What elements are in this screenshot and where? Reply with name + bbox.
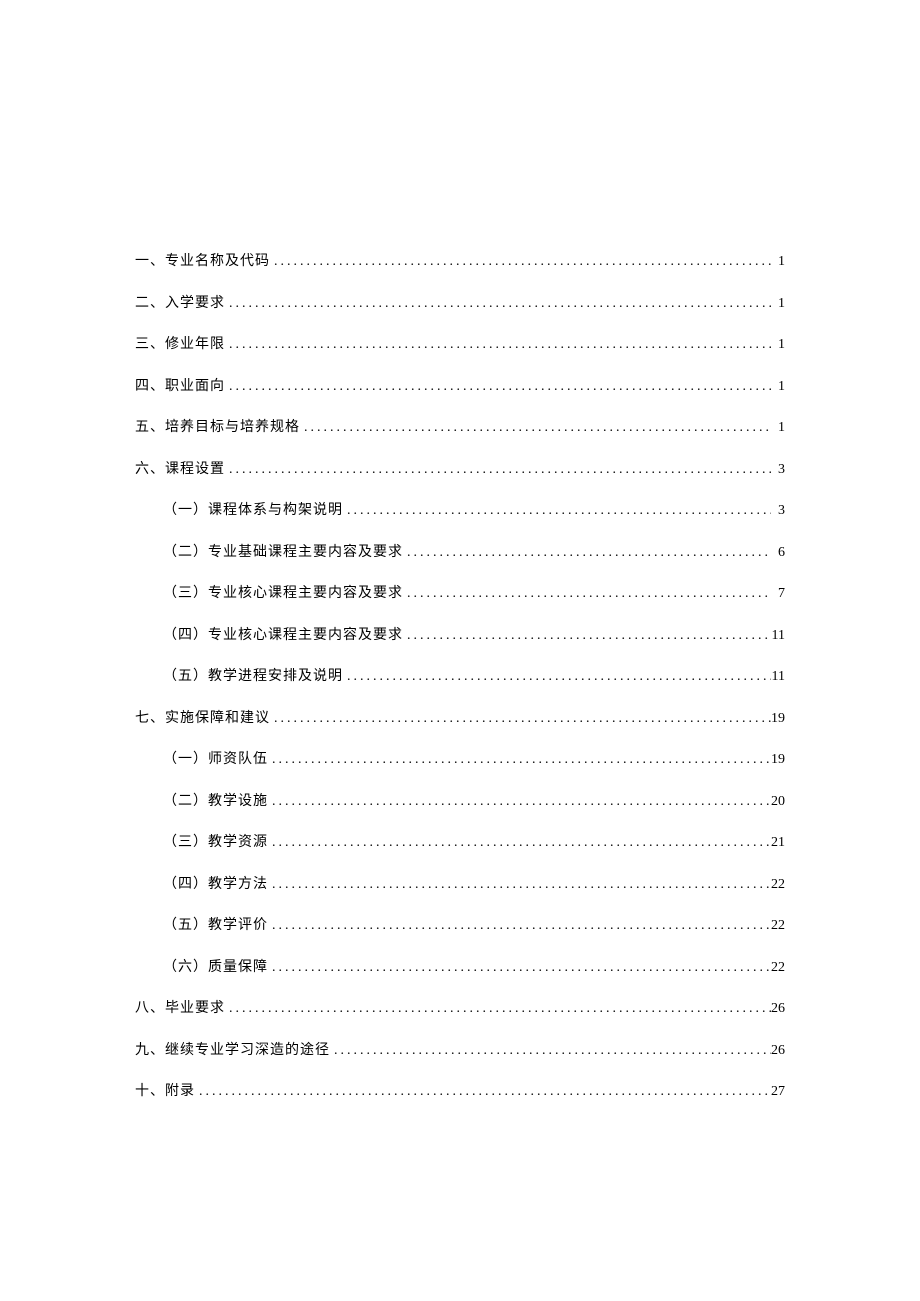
toc-leader-dots xyxy=(268,877,771,893)
toc-entry: 五、培养目标与培养规格 1 xyxy=(135,416,785,436)
toc-leader-dots xyxy=(268,918,771,934)
toc-label: （四）专业核心课程主要内容及要求 xyxy=(163,624,403,644)
toc-label: 一、专业名称及代码 xyxy=(135,250,270,270)
table-of-contents: 一、专业名称及代码 1 二、入学要求 1 三、修业年限 1 四、职业面向 1 五… xyxy=(135,250,785,1100)
toc-page-number: 1 xyxy=(771,337,785,353)
toc-leader-dots xyxy=(403,545,771,561)
toc-entry: （五）教学进程安排及说明 11 xyxy=(135,665,785,685)
toc-leader-dots xyxy=(268,960,771,976)
toc-label: 八、毕业要求 xyxy=(135,997,225,1017)
toc-label: （三）教学资源 xyxy=(163,831,268,851)
toc-entry: （二）教学设施 20 xyxy=(135,790,785,810)
toc-page-number: 1 xyxy=(771,296,785,312)
toc-leader-dots xyxy=(343,669,771,685)
toc-entry: （六）质量保障 22 xyxy=(135,956,785,976)
toc-leader-dots xyxy=(225,296,771,312)
toc-entry: 六、课程设置 3 xyxy=(135,458,785,478)
toc-leader-dots xyxy=(195,1084,771,1100)
toc-page-number: 11 xyxy=(771,628,785,644)
toc-page-number: 20 xyxy=(771,794,785,810)
toc-entry: （四）教学方法 22 xyxy=(135,873,785,893)
toc-label: （四）教学方法 xyxy=(163,873,268,893)
toc-page-number: 22 xyxy=(771,877,785,893)
toc-label: （五）教学进程安排及说明 xyxy=(163,665,343,685)
toc-page-number: 26 xyxy=(771,1043,785,1059)
toc-entry: 八、毕业要求 26 xyxy=(135,997,785,1017)
toc-label: 二、入学要求 xyxy=(135,292,225,312)
toc-leader-dots xyxy=(270,711,771,727)
toc-page-number: 6 xyxy=(771,545,785,561)
toc-entry: 一、专业名称及代码 1 xyxy=(135,250,785,270)
toc-entry: （三）教学资源 21 xyxy=(135,831,785,851)
toc-page-number: 22 xyxy=(771,960,785,976)
toc-entry: （二）专业基础课程主要内容及要求 6 xyxy=(135,541,785,561)
toc-page-number: 3 xyxy=(771,462,785,478)
toc-leader-dots xyxy=(330,1043,771,1059)
toc-entry: 七、实施保障和建议 19 xyxy=(135,707,785,727)
toc-leader-dots xyxy=(343,503,771,519)
toc-entry: （一）课程体系与构架说明 3 xyxy=(135,499,785,519)
toc-label: （一）课程体系与构架说明 xyxy=(163,499,343,519)
toc-label: 十、附录 xyxy=(135,1080,195,1100)
toc-page-number: 26 xyxy=(771,1001,785,1017)
toc-leader-dots xyxy=(225,379,771,395)
toc-entry: （一）师资队伍 19 xyxy=(135,748,785,768)
toc-entry: 四、职业面向 1 xyxy=(135,375,785,395)
toc-page-number: 1 xyxy=(771,420,785,436)
toc-entry: （四）专业核心课程主要内容及要求 11 xyxy=(135,624,785,644)
document-page: 一、专业名称及代码 1 二、入学要求 1 三、修业年限 1 四、职业面向 1 五… xyxy=(0,0,920,1100)
toc-page-number: 3 xyxy=(771,503,785,519)
toc-leader-dots xyxy=(403,586,771,602)
toc-label: （五）教学评价 xyxy=(163,914,268,934)
toc-leader-dots xyxy=(300,420,771,436)
toc-label: 七、实施保障和建议 xyxy=(135,707,270,727)
toc-leader-dots xyxy=(268,752,771,768)
toc-entry: 三、修业年限 1 xyxy=(135,333,785,353)
toc-label: 六、课程设置 xyxy=(135,458,225,478)
toc-label: 四、职业面向 xyxy=(135,375,225,395)
toc-label: （一）师资队伍 xyxy=(163,748,268,768)
toc-label: （六）质量保障 xyxy=(163,956,268,976)
toc-page-number: 22 xyxy=(771,918,785,934)
toc-page-number: 19 xyxy=(771,711,785,727)
toc-leader-dots xyxy=(225,337,771,353)
toc-page-number: 11 xyxy=(771,669,785,685)
toc-label: 五、培养目标与培养规格 xyxy=(135,416,300,436)
toc-leader-dots xyxy=(225,462,771,478)
toc-entry: （五）教学评价 22 xyxy=(135,914,785,934)
toc-label: （二）教学设施 xyxy=(163,790,268,810)
toc-leader-dots xyxy=(268,794,771,810)
toc-page-number: 1 xyxy=(771,379,785,395)
toc-label: 九、继续专业学习深造的途径 xyxy=(135,1039,330,1059)
toc-label: 三、修业年限 xyxy=(135,333,225,353)
toc-page-number: 21 xyxy=(771,835,785,851)
toc-entry: 二、入学要求 1 xyxy=(135,292,785,312)
toc-entry: （三）专业核心课程主要内容及要求 7 xyxy=(135,582,785,602)
toc-page-number: 27 xyxy=(771,1084,785,1100)
toc-entry: 九、继续专业学习深造的途径 26 xyxy=(135,1039,785,1059)
toc-entry: 十、附录 27 xyxy=(135,1080,785,1100)
toc-leader-dots xyxy=(403,628,771,644)
toc-leader-dots xyxy=(268,835,771,851)
toc-label: （三）专业核心课程主要内容及要求 xyxy=(163,582,403,602)
toc-page-number: 19 xyxy=(771,752,785,768)
toc-page-number: 1 xyxy=(771,254,785,270)
toc-leader-dots xyxy=(270,254,771,270)
toc-page-number: 7 xyxy=(771,586,785,602)
toc-label: （二）专业基础课程主要内容及要求 xyxy=(163,541,403,561)
toc-leader-dots xyxy=(225,1001,771,1017)
